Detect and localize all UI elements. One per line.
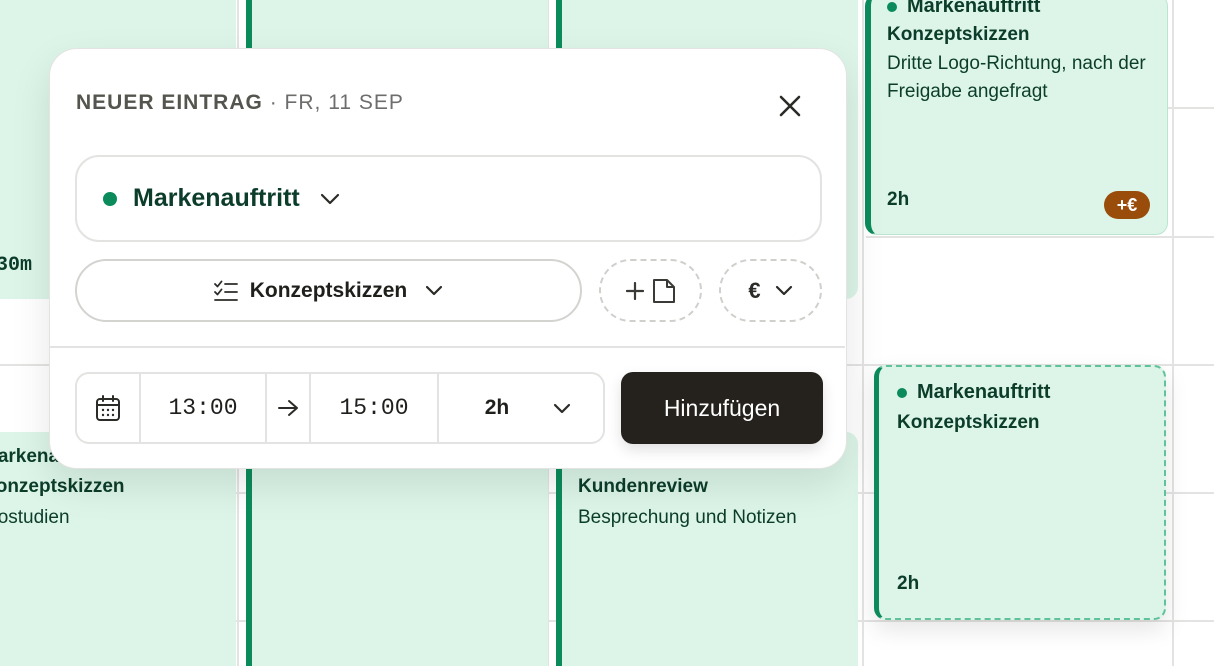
event-task: Kundenreview	[578, 476, 708, 497]
time-range-bar: 13:00 15:00 2h	[75, 372, 605, 444]
new-entry-dialog: NEUER EINTRAG · FR, 11 SEP Markenauftrit…	[49, 48, 847, 469]
add-entry-button[interactable]: Hinzufügen	[621, 372, 823, 444]
event-duration: 30m	[0, 254, 33, 277]
dialog-title: NEUER EINTRAG	[76, 91, 263, 114]
start-time-value: 13:00	[168, 395, 238, 421]
chevron-down-icon	[554, 403, 571, 413]
billing-select[interactable]: €	[719, 259, 822, 322]
event-project: Markenauftritt	[897, 381, 1050, 404]
dialog-date: · FR, 11 SEP	[269, 91, 404, 114]
chevron-down-icon	[425, 285, 443, 296]
event-description: Logostudien	[0, 507, 70, 528]
task-list-icon	[213, 280, 238, 302]
add-attachment-button[interactable]	[599, 259, 702, 322]
event-description: Dritte Logo-Richtung, nach der Freigabe …	[887, 53, 1146, 102]
event-description: Besprechung und Notizen	[578, 507, 797, 528]
draft-event[interactable]: Markenauftritt Konzeptskizzen 2h	[874, 365, 1166, 620]
project-color-dot	[897, 387, 907, 398]
close-icon	[779, 95, 801, 117]
euro-icon: €	[748, 277, 761, 303]
end-time-value: 15:00	[339, 395, 409, 421]
project-label: Markenauftritt	[133, 184, 300, 212]
arrow-separator	[267, 374, 311, 442]
event-duration: 2h	[887, 189, 910, 210]
arrow-right-icon	[278, 400, 298, 416]
event-project: Markenauftritt	[887, 0, 1157, 18]
dialog-header: NEUER EINTRAG · FR, 11 SEP	[76, 91, 404, 115]
event-task: Konzeptskizzen	[887, 24, 1030, 45]
calendar-icon	[96, 395, 120, 421]
event-task: Konzeptskizzen	[897, 412, 1040, 433]
end-time-input[interactable]: 15:00	[311, 374, 439, 442]
event-duration: 2h	[897, 573, 920, 594]
event-task: Konzeptskizzen	[0, 476, 125, 497]
file-icon	[652, 278, 675, 303]
start-time-input[interactable]: 13:00	[141, 374, 267, 442]
project-select[interactable]: Markenauftritt	[75, 155, 822, 242]
chevron-down-icon	[775, 285, 792, 296]
calendar-view: 30m Markenauftritt Konzeptskizzen Logost…	[0, 0, 1214, 666]
billable-badge: +€	[1104, 191, 1150, 219]
task-label: Konzeptskizzen	[249, 278, 408, 302]
task-select[interactable]: Konzeptskizzen	[75, 259, 582, 322]
grid-line	[1172, 0, 1174, 666]
chevron-down-icon	[320, 193, 340, 205]
close-button[interactable]	[774, 90, 806, 122]
plus-icon	[625, 281, 644, 300]
grid-line	[862, 0, 864, 666]
grid-line	[866, 236, 1214, 238]
calendar-event[interactable]: Markenauftritt Konzeptskizzen Dritte Log…	[865, 0, 1168, 235]
section-divider	[50, 346, 845, 348]
duration-value: 2h	[484, 396, 510, 419]
project-color-dot	[103, 191, 117, 206]
project-color-dot	[887, 1, 897, 12]
date-picker-button[interactable]	[77, 374, 141, 442]
duration-select[interactable]: 2h	[439, 374, 603, 442]
